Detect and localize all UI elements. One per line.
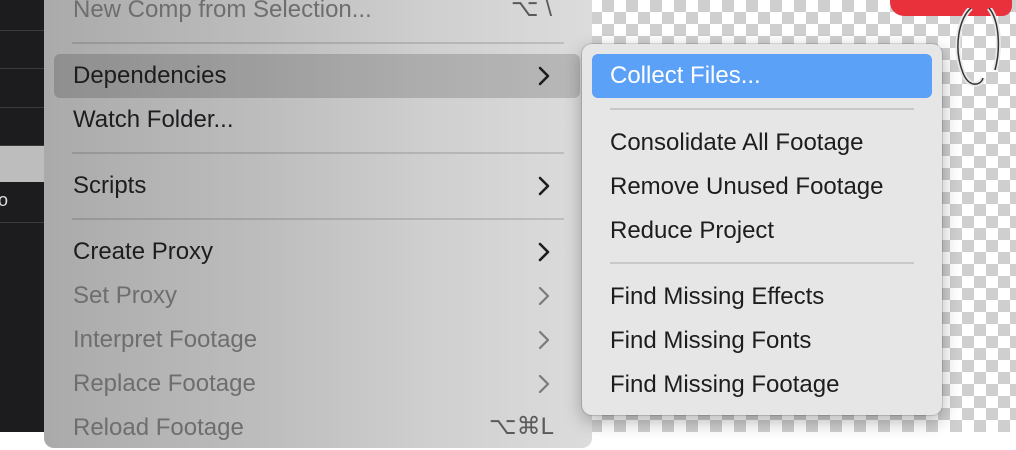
menu-item-set-proxy[interactable]: Set Proxy [54, 274, 580, 318]
menu-item-label: Interpret Footage [73, 326, 258, 353]
menu-item-label: Scripts [73, 172, 147, 199]
menu-separator [72, 218, 564, 220]
chevron-right-icon [538, 66, 550, 86]
submenu-item-consolidate-all-footage[interactable]: Consolidate All Footage [592, 121, 932, 165]
chevron-right-icon [538, 242, 550, 262]
panel-row-selected[interactable] [0, 146, 46, 182]
panel-row[interactable] [0, 0, 46, 31]
menu-item-new-comp-from-selection[interactable]: New Comp from Selection... ⌥ \ [54, 0, 580, 32]
chevron-right-icon [538, 176, 550, 196]
file-menu: New Comp from Selection... ⌥ \ Dependenc… [44, 0, 592, 448]
menu-item-shortcut: ⌥⌘L [488, 413, 554, 440]
menu-item-interpret-footage[interactable]: Interpret Footage [54, 318, 580, 362]
submenu-item-remove-unused-footage[interactable]: Remove Unused Footage [592, 165, 932, 209]
project-panel: o [0, 0, 46, 432]
panel-row[interactable] [0, 31, 46, 69]
submenu-item-label: Find Missing Footage [610, 371, 840, 398]
chevron-right-icon [538, 330, 550, 350]
menu-separator [72, 152, 564, 154]
submenu-item-collect-files[interactable]: Collect Files... [592, 54, 932, 98]
submenu-item-find-missing-effects[interactable]: Find Missing Effects [592, 275, 932, 319]
submenu-separator [610, 108, 914, 110]
menu-item-shortcut: ⌥ \ [511, 0, 552, 22]
chevron-right-icon [538, 286, 550, 306]
menu-item-create-proxy[interactable]: Create Proxy [54, 230, 580, 274]
menu-item-label: Dependencies [73, 62, 227, 89]
submenu-item-reduce-project[interactable]: Reduce Project [592, 209, 932, 253]
menu-item-label: Replace Footage [73, 370, 256, 397]
submenu-item-label: Collect Files... [610, 62, 761, 89]
menu-item-label: Reload Footage [73, 414, 244, 441]
chevron-right-icon [538, 374, 550, 394]
submenu-item-label: Find Missing Effects [610, 283, 825, 310]
submenu-separator [610, 262, 914, 264]
submenu-item-label: Reduce Project [610, 217, 775, 244]
canvas-wire-graphic [955, 8, 1001, 87]
menu-item-reload-footage[interactable]: Reload Footage ⌥⌘L [54, 406, 580, 450]
submenu-item-label: Remove Unused Footage [610, 173, 884, 200]
menu-item-label: Create Proxy [73, 238, 214, 265]
panel-divider [0, 222, 46, 223]
menu-separator [72, 42, 564, 44]
menu-item-label: New Comp from Selection... [73, 0, 372, 23]
dependencies-submenu: Collect Files... Consolidate All Footage… [582, 44, 942, 415]
menu-item-scripts[interactable]: Scripts [54, 164, 580, 208]
menu-item-watch-folder[interactable]: Watch Folder... [54, 98, 580, 142]
submenu-item-label: Find Missing Fonts [610, 327, 812, 354]
menu-item-replace-footage[interactable]: Replace Footage [54, 362, 580, 406]
menu-item-dependencies[interactable]: Dependencies [54, 54, 580, 98]
submenu-item-find-missing-footage[interactable]: Find Missing Footage [592, 363, 932, 407]
menu-item-label: Set Proxy [73, 282, 178, 309]
submenu-item-find-missing-fonts[interactable]: Find Missing Fonts [592, 319, 932, 363]
panel-row-label: o [0, 190, 9, 210]
panel-row[interactable] [0, 69, 46, 108]
menu-item-label: Watch Folder... [73, 106, 234, 133]
panel-row[interactable] [0, 108, 46, 146]
submenu-item-label: Consolidate All Footage [610, 129, 864, 156]
